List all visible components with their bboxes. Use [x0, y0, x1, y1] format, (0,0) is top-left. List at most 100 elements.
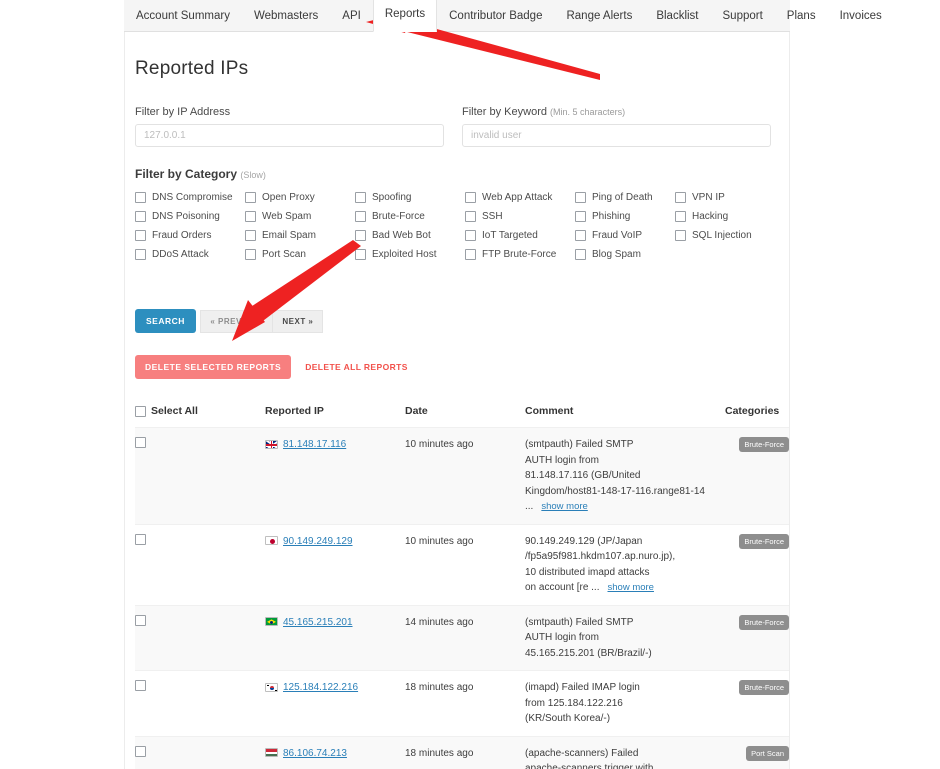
- row-select-checkbox[interactable]: [135, 615, 146, 626]
- delete-all-reports-link[interactable]: DELETE ALL REPORTS: [305, 362, 408, 372]
- reports-table-body: 81.148.17.116 10 minutes ago(smtpauth) Fa…: [135, 428, 789, 769]
- comment-cell: 90.149.249.129 (JP/Japan /fp5a95f981.hkd…: [525, 524, 725, 605]
- category-label: Blog Spam: [592, 249, 641, 260]
- checkbox-icon[interactable]: [355, 249, 366, 260]
- checkbox-icon[interactable]: [465, 192, 476, 203]
- reported-ip-link[interactable]: 81.148.17.116: [283, 439, 346, 450]
- row-select-checkbox[interactable]: [135, 534, 146, 545]
- filter-ip-group: Filter by IP Address: [135, 106, 444, 147]
- tab-reports[interactable]: Reports: [373, 0, 437, 32]
- tab-plans[interactable]: Plans: [775, 1, 828, 32]
- tab-contributor-badge[interactable]: Contributor Badge: [437, 1, 554, 32]
- show-more-link[interactable]: show more: [608, 582, 654, 593]
- reported-ip-link[interactable]: 86.106.74.213: [283, 748, 347, 759]
- previous-page-button[interactable]: « PREVIOUS: [200, 310, 273, 333]
- checkbox-icon[interactable]: [355, 230, 366, 241]
- category-checkbox-spoofing[interactable]: Spoofing: [355, 192, 465, 203]
- category-label: DNS Poisoning: [152, 211, 220, 222]
- checkbox-icon[interactable]: [245, 192, 256, 203]
- content-card: Reported IPs Filter by IP Address Filter…: [124, 32, 790, 769]
- category-checkbox-ftp-brute-force[interactable]: FTP Brute-Force: [465, 249, 575, 260]
- category-checkbox-exploited-host[interactable]: Exploited Host: [355, 249, 465, 260]
- category-checkbox-ssh[interactable]: SSH: [465, 211, 575, 222]
- category-checkbox-web-app-attack[interactable]: Web App Attack: [465, 192, 575, 203]
- category-label: Brute-Force: [372, 211, 425, 222]
- reported-ip-link[interactable]: 90.149.249.129: [283, 536, 353, 547]
- category-checkbox-fraud-voip[interactable]: Fraud VoIP: [575, 230, 675, 241]
- category-checkbox-hacking[interactable]: Hacking: [675, 211, 775, 222]
- checkbox-icon[interactable]: [355, 192, 366, 203]
- column-date: Date: [405, 405, 525, 428]
- checkbox-icon[interactable]: [245, 230, 256, 241]
- reported-ip-link[interactable]: 125.184.122.216: [283, 682, 358, 693]
- table-row: 86.106.74.21318 minutes ago(apache-scann…: [135, 736, 789, 769]
- category-label: Open Proxy: [262, 192, 315, 203]
- category-checkbox-open-proxy[interactable]: Open Proxy: [245, 192, 355, 203]
- checkbox-icon[interactable]: [465, 249, 476, 260]
- category-checkbox-bad-web-bot[interactable]: Bad Web Bot: [355, 230, 465, 241]
- tab-invoices[interactable]: Invoices: [828, 1, 894, 32]
- category-checkbox-email-spam[interactable]: Email Spam: [245, 230, 355, 241]
- category-checkbox-vpn-ip[interactable]: VPN IP: [675, 192, 775, 203]
- filter-keyword-input[interactable]: [462, 124, 771, 147]
- category-checkbox-phishing[interactable]: Phishing: [575, 211, 675, 222]
- select-all-control[interactable]: Select All: [135, 405, 265, 417]
- checkbox-icon[interactable]: [575, 230, 586, 241]
- checkbox-icon[interactable]: [675, 230, 686, 241]
- category-checkbox-iot-targeted[interactable]: IoT Targeted: [465, 230, 575, 241]
- tab-api[interactable]: API: [330, 1, 373, 32]
- br-flag-icon: [265, 617, 278, 626]
- delete-selected-reports-button[interactable]: DELETE SELECTED REPORTS: [135, 355, 291, 379]
- checkbox-icon[interactable]: [465, 211, 476, 222]
- column-comment: Comment: [525, 405, 725, 428]
- date-cell: 18 minutes ago: [405, 736, 525, 769]
- show-more-link[interactable]: show more: [541, 501, 587, 512]
- category-checkbox-dns-compromise[interactable]: DNS Compromise: [135, 192, 245, 203]
- category-checkbox-port-scan[interactable]: Port Scan: [245, 249, 355, 260]
- checkbox-icon[interactable]: [575, 192, 586, 203]
- checkbox-icon[interactable]: [245, 249, 256, 260]
- tab-range-alerts[interactable]: Range Alerts: [554, 1, 644, 32]
- category-checkbox-ddos-attack[interactable]: DDoS Attack: [135, 249, 245, 260]
- checkbox-icon[interactable]: [245, 211, 256, 222]
- tab-webmasters[interactable]: Webmasters: [242, 1, 330, 32]
- category-label: Port Scan: [262, 249, 306, 260]
- checkbox-icon[interactable]: [355, 211, 366, 222]
- row-select-cell: [135, 736, 265, 769]
- category-checkbox-blog-spam[interactable]: Blog Spam: [575, 249, 675, 260]
- checkbox-icon[interactable]: [465, 230, 476, 241]
- row-select-checkbox[interactable]: [135, 746, 146, 757]
- checkbox-icon[interactable]: [135, 249, 146, 260]
- checkbox-icon[interactable]: [135, 211, 146, 222]
- checkbox-icon[interactable]: [135, 192, 146, 203]
- date-cell: 14 minutes ago: [405, 605, 525, 671]
- row-select-checkbox[interactable]: [135, 680, 146, 691]
- gb-flag-icon: [265, 440, 278, 449]
- category-checkbox-web-spam[interactable]: Web Spam: [245, 211, 355, 222]
- tab-support[interactable]: Support: [711, 1, 775, 32]
- reported-ip-link[interactable]: 45.165.215.201: [283, 617, 353, 628]
- select-all-label: Select All: [151, 405, 198, 417]
- category-label: Bad Web Bot: [372, 230, 431, 241]
- categories-cell: Port Scan: [725, 736, 789, 769]
- category-checkbox-ping-of-death[interactable]: Ping of Death: [575, 192, 675, 203]
- tab-blacklist[interactable]: Blacklist: [644, 1, 710, 32]
- category-checkbox-brute-force[interactable]: Brute-Force: [355, 211, 465, 222]
- category-checkbox-dns-poisoning[interactable]: DNS Poisoning: [135, 211, 245, 222]
- next-page-button[interactable]: NEXT »: [273, 310, 323, 333]
- category-checkbox-fraud-orders[interactable]: Fraud Orders: [135, 230, 245, 241]
- search-button[interactable]: SEARCH: [135, 309, 196, 333]
- checkbox-icon[interactable]: [675, 192, 686, 203]
- tab-account-summary[interactable]: Account Summary: [124, 1, 242, 32]
- checkbox-icon[interactable]: [575, 211, 586, 222]
- checkbox-icon[interactable]: [675, 211, 686, 222]
- checkbox-icon[interactable]: [135, 230, 146, 241]
- select-all-checkbox[interactable]: [135, 406, 146, 417]
- comment-cell: (smtpauth) Failed SMTP AUTH login from 4…: [525, 605, 725, 671]
- category-checkbox-sql-injection[interactable]: SQL Injection: [675, 230, 775, 241]
- filter-ip-input[interactable]: [135, 124, 444, 147]
- row-select-checkbox[interactable]: [135, 437, 146, 448]
- checkbox-icon[interactable]: [575, 249, 586, 260]
- comment-cell: (smtpauth) Failed SMTP AUTH login from 8…: [525, 428, 725, 525]
- date-cell: 10 minutes ago: [405, 524, 525, 605]
